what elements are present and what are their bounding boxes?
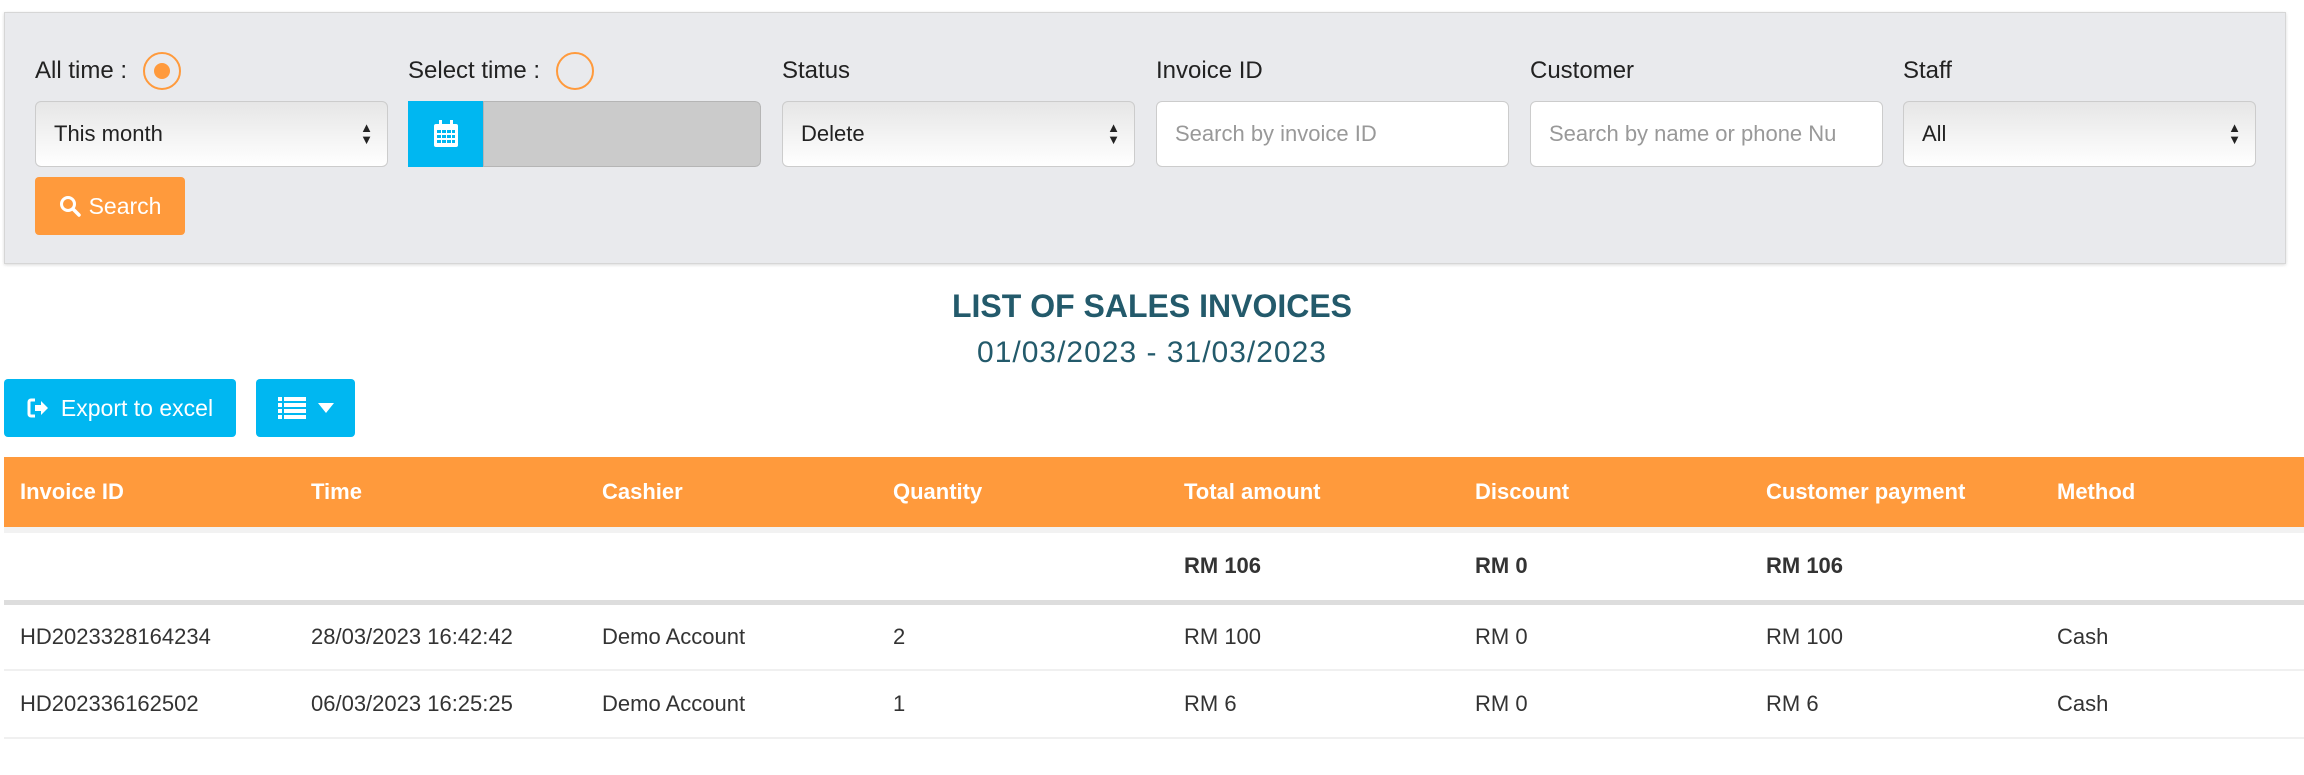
- discount-cell: RM 0: [1459, 602, 1750, 670]
- table-header-row: Invoice ID Time Cashier Quantity Total a…: [4, 457, 2304, 530]
- filter-staff: Staff All ▲▼: [1903, 53, 2256, 167]
- filter-status: Status Delete ▲▼: [782, 53, 1135, 167]
- page-title: LIST OF SALES INVOICES: [0, 288, 2304, 325]
- customer-payment-sum: RM 106: [1750, 530, 2041, 602]
- header-invoice-id[interactable]: Invoice ID: [4, 457, 295, 530]
- status-label: Status: [782, 57, 850, 85]
- invoice-id-input[interactable]: Search by invoice ID: [1156, 101, 1509, 167]
- filter-select-time: Select time :: [408, 53, 761, 167]
- time-cell: 06/03/2023 16:25:25: [295, 670, 586, 738]
- invoice-id-cell[interactable]: HD202336162502: [4, 670, 295, 738]
- totals-row: RM 106 RM 0 RM 106: [4, 530, 2304, 602]
- discount-sum: RM 0: [1459, 530, 1750, 602]
- empty-cell: [4, 530, 295, 602]
- export-icon: [27, 398, 49, 418]
- filter-customer: Customer Search by name or phone Nu: [1530, 53, 1883, 167]
- empty-cell: [2041, 530, 2304, 602]
- radio-checked-dot: [154, 63, 170, 79]
- empty-cell: [586, 530, 877, 602]
- table-row[interactable]: HD2023328164234 28/03/2023 16:42:42 Demo…: [4, 602, 2304, 670]
- invoices-table: Invoice ID Time Cashier Quantity Total a…: [4, 457, 2304, 739]
- export-label: Export to excel: [61, 395, 213, 422]
- filter-invoice-id: Invoice ID Search by invoice ID: [1156, 53, 1509, 167]
- status-select[interactable]: Delete ▲▼: [782, 101, 1135, 167]
- select-time-radio[interactable]: [556, 52, 594, 90]
- header-method[interactable]: Method: [2041, 457, 2304, 530]
- caret-down-icon: [318, 403, 334, 413]
- calendar-icon[interactable]: [408, 101, 483, 167]
- total-amount-cell: RM 100: [1168, 602, 1459, 670]
- header-cashier[interactable]: Cashier: [586, 457, 877, 530]
- customer-placeholder: Search by name or phone Nu: [1549, 121, 1836, 147]
- invoice-id-label: Invoice ID: [1156, 57, 1263, 85]
- select-arrows-icon: ▲▼: [2228, 122, 2241, 146]
- header-time[interactable]: Time: [295, 457, 586, 530]
- date-range-picker[interactable]: [408, 101, 761, 167]
- header-total-amount[interactable]: Total amount: [1168, 457, 1459, 530]
- select-time-label: Select time :: [408, 57, 540, 85]
- search-label: Search: [89, 193, 162, 220]
- list-icon: [278, 397, 306, 419]
- header-discount[interactable]: Discount: [1459, 457, 1750, 530]
- empty-cell: [877, 530, 1168, 602]
- quantity-cell: 1: [877, 670, 1168, 738]
- header-quantity[interactable]: Quantity: [877, 457, 1168, 530]
- discount-cell: RM 0: [1459, 670, 1750, 738]
- export-excel-button[interactable]: Export to excel: [4, 379, 236, 437]
- time-period-select[interactable]: This month ▲▼: [35, 101, 388, 167]
- customer-payment-cell: RM 6: [1750, 670, 2041, 738]
- cashier-cell: Demo Account: [586, 670, 877, 738]
- customer-input[interactable]: Search by name or phone Nu: [1530, 101, 1883, 167]
- cashier-cell: Demo Account: [586, 602, 877, 670]
- total-amount-cell: RM 6: [1168, 670, 1459, 738]
- total-amount-sum: RM 106: [1168, 530, 1459, 602]
- all-time-radio[interactable]: [143, 52, 181, 90]
- staff-value: All: [1922, 121, 1946, 147]
- time-cell: 28/03/2023 16:42:42: [295, 602, 586, 670]
- filter-all-time: All time : This month ▲▼: [35, 53, 388, 167]
- select-arrows-icon: ▲▼: [360, 122, 373, 146]
- search-icon: [59, 195, 81, 217]
- customer-payment-cell: RM 100: [1750, 602, 2041, 670]
- report-date-range: 01/03/2023 - 31/03/2023: [0, 336, 2304, 370]
- search-button[interactable]: Search: [35, 177, 185, 235]
- column-toggle-button[interactable]: [256, 379, 355, 437]
- date-range-input[interactable]: [483, 101, 761, 167]
- quantity-cell: 2: [877, 602, 1168, 670]
- table-row[interactable]: HD202336162502 06/03/2023 16:25:25 Demo …: [4, 670, 2304, 738]
- invoice-id-cell[interactable]: HD2023328164234: [4, 602, 295, 670]
- invoice-id-placeholder: Search by invoice ID: [1175, 121, 1377, 147]
- all-time-label: All time :: [35, 57, 127, 85]
- filter-panel: All time : This month ▲▼ Select time : St…: [4, 12, 2286, 264]
- select-arrows-icon: ▲▼: [1107, 122, 1120, 146]
- method-cell: Cash: [2041, 602, 2304, 670]
- header-customer-payment[interactable]: Customer payment: [1750, 457, 2041, 530]
- empty-cell: [295, 530, 586, 602]
- status-value: Delete: [801, 121, 865, 147]
- customer-label: Customer: [1530, 57, 1634, 85]
- time-period-value: This month: [54, 121, 163, 147]
- staff-select[interactable]: All ▲▼: [1903, 101, 2256, 167]
- method-cell: Cash: [2041, 670, 2304, 738]
- staff-label: Staff: [1903, 57, 1952, 85]
